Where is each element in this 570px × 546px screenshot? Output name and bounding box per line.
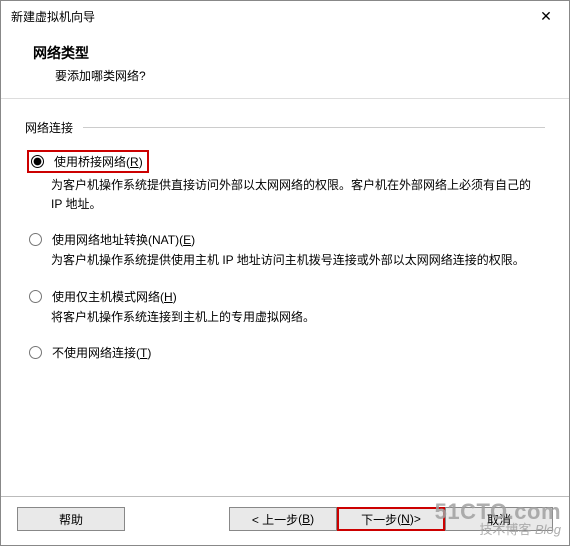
titlebar: 新建虚拟机向导 ✕: [1, 1, 569, 31]
fieldset-legend: 网络连接: [25, 119, 77, 136]
page-title: 网络类型: [33, 43, 569, 63]
radio-none[interactable]: [29, 346, 42, 359]
header: 网络类型 要添加哪类网络?: [1, 31, 569, 99]
page-subtitle: 要添加哪类网络?: [33, 67, 569, 84]
radio-none-label: 不使用网络连接(T): [52, 344, 151, 361]
option-hostonly-desc: 将客户机操作系统连接到主机上的专用虚拟网络。: [51, 308, 545, 327]
options-group: 使用桥接网络(R) 为客户机操作系统提供直接访问外部以太网网络的权限。客户机在外…: [25, 136, 545, 361]
radio-row-none[interactable]: 不使用网络连接(T): [27, 344, 545, 361]
next-button[interactable]: 下一步(N) >: [337, 507, 445, 531]
back-button[interactable]: < 上一步(B): [229, 507, 337, 531]
radio-row-bridged[interactable]: 使用桥接网络(R): [29, 153, 143, 170]
option-hostonly: 使用仅主机模式网络(H) 将客户机操作系统连接到主机上的专用虚拟网络。: [27, 288, 545, 327]
cancel-button[interactable]: 取消: [445, 507, 553, 531]
radio-nat-label: 使用网络地址转换(NAT)(E): [52, 231, 195, 248]
option-bridged: 使用桥接网络(R) 为客户机操作系统提供直接访问外部以太网网络的权限。客户机在外…: [27, 150, 545, 213]
close-button[interactable]: ✕: [525, 2, 567, 30]
help-button[interactable]: 帮助: [17, 507, 125, 531]
nav-button-group: < 上一步(B) 下一步(N) > 取消: [229, 507, 553, 531]
option-nat: 使用网络地址转换(NAT)(E) 为客户机操作系统提供使用主机 IP 地址访问主…: [27, 231, 545, 270]
close-icon: ✕: [540, 8, 552, 25]
radio-nat[interactable]: [29, 233, 42, 246]
option-nat-desc: 为客户机操作系统提供使用主机 IP 地址访问主机拨号连接或外部以太网网络连接的权…: [51, 251, 545, 270]
option-none: 不使用网络连接(T): [27, 344, 545, 361]
option-bridged-desc: 为客户机操作系统提供直接访问外部以太网网络的权限。客户机在外部网络上必须有自己的…: [51, 176, 545, 213]
footer: 帮助 < 上一步(B) 下一步(N) > 取消: [1, 496, 569, 545]
radio-bridged[interactable]: [31, 155, 44, 168]
radio-hostonly[interactable]: [29, 290, 42, 303]
wizard-window: 新建虚拟机向导 ✕ 网络类型 要添加哪类网络? 网络连接 使用桥接网络(R): [0, 0, 570, 546]
radio-hostonly-label: 使用仅主机模式网络(H): [52, 288, 177, 305]
radio-bridged-label: 使用桥接网络(R): [54, 153, 143, 170]
network-fieldset: 网络连接 使用桥接网络(R) 为客户机操作系统提供直接访问外部以太网网络的权限。…: [25, 119, 545, 361]
fieldset-divider: [83, 127, 545, 128]
window-title: 新建虚拟机向导: [11, 8, 95, 25]
content-area: 网络连接 使用桥接网络(R) 为客户机操作系统提供直接访问外部以太网网络的权限。…: [1, 99, 569, 361]
radio-row-hostonly[interactable]: 使用仅主机模式网络(H): [27, 288, 545, 305]
highlight-selected-option: 使用桥接网络(R): [27, 150, 149, 173]
radio-row-nat[interactable]: 使用网络地址转换(NAT)(E): [27, 231, 545, 248]
